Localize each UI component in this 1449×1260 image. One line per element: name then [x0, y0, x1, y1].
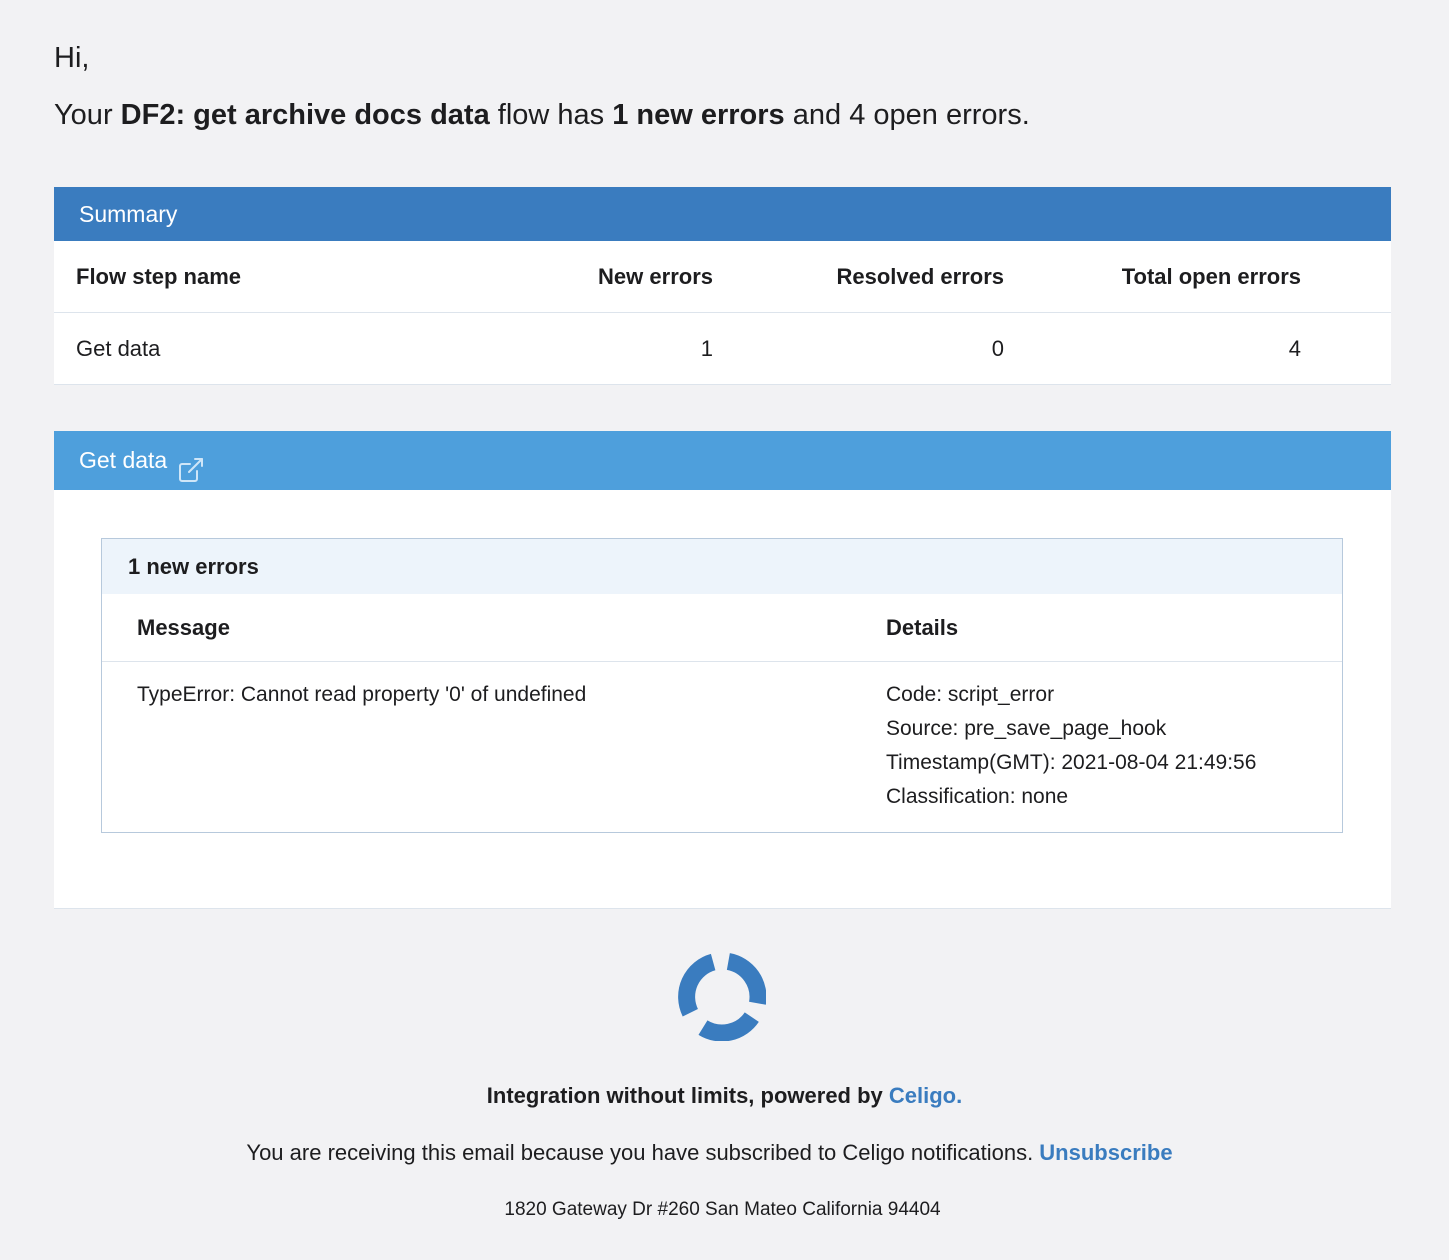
- flow-step-title: Get data: [79, 447, 168, 473]
- cell-new-errors: 1: [700, 336, 713, 361]
- subscription-notice: You are receiving this email because you…: [0, 1137, 1419, 1169]
- cell-flow-step-name: Get data: [76, 336, 161, 361]
- company-address: 1820 Gateway Dr #260 San Mateo Californi…: [504, 1199, 941, 1220]
- summary-card: Summary Flow step name New errors Resolv…: [54, 187, 1391, 385]
- column-header-resolved-errors: Resolved errors: [836, 264, 1004, 289]
- new-errors-title: 1 new errors: [102, 539, 1342, 594]
- error-code: Code: script_error: [886, 683, 1055, 706]
- footer-tagline: Integration without limits, powered by C…: [0, 1080, 1449, 1112]
- cell-total-open-errors: 4: [1288, 336, 1301, 361]
- notice-text: You are receiving this email because you…: [246, 1140, 1040, 1165]
- column-header-message: Message: [137, 615, 230, 640]
- cell-resolved-errors: 0: [991, 336, 1004, 361]
- external-link-icon[interactable]: [177, 447, 205, 482]
- flow-name: DF2: get archive docs data: [120, 99, 490, 131]
- column-header-new-errors: New errors: [598, 264, 713, 289]
- unsubscribe-link[interactable]: Unsubscribe: [1039, 1140, 1172, 1165]
- flow-step-header: Get data: [54, 431, 1391, 490]
- celigo-logo-icon: [678, 953, 767, 1042]
- column-header-total-open-errors: Total open errors: [1121, 264, 1301, 289]
- error-classification: Classification: none: [886, 785, 1069, 808]
- error-timestamp: Timestamp(GMT): 2021-08-04 21:49:56: [886, 751, 1257, 774]
- error-source: Source: pre_save_page_hook: [886, 717, 1167, 740]
- flow-step-card: Get data 1 new errors Message Details Ty…: [54, 431, 1391, 909]
- intro-prefix: Your: [54, 99, 121, 131]
- errors-table-header: Message Details: [102, 594, 1342, 662]
- column-header-flow-step-name: Flow step name: [76, 264, 242, 289]
- intro-middle: flow has: [489, 99, 613, 131]
- column-header-details: Details: [886, 615, 959, 640]
- new-errors-count: 1 new errors: [612, 99, 785, 131]
- table-row: Get data 1 0 4: [54, 313, 1391, 385]
- tagline-text: Integration without limits, powered by: [486, 1083, 889, 1108]
- error-details: Code: script_error Source: pre_save_page…: [886, 678, 1256, 814]
- intro-text: Your DF2: get archive docs data flow has…: [54, 97, 1030, 133]
- intro-suffix: and 4 open errors.: [784, 99, 1030, 131]
- summary-table-header: Flow step name New errors Resolved error…: [54, 241, 1391, 313]
- new-errors-panel: 1 new errors Message Details TypeError: …: [101, 538, 1343, 833]
- celigo-link[interactable]: Celigo.: [889, 1083, 962, 1108]
- summary-header: Summary: [54, 187, 1391, 241]
- error-message: TypeError: Cannot read property '0' of u…: [137, 683, 587, 706]
- greeting: Hi,: [54, 42, 90, 74]
